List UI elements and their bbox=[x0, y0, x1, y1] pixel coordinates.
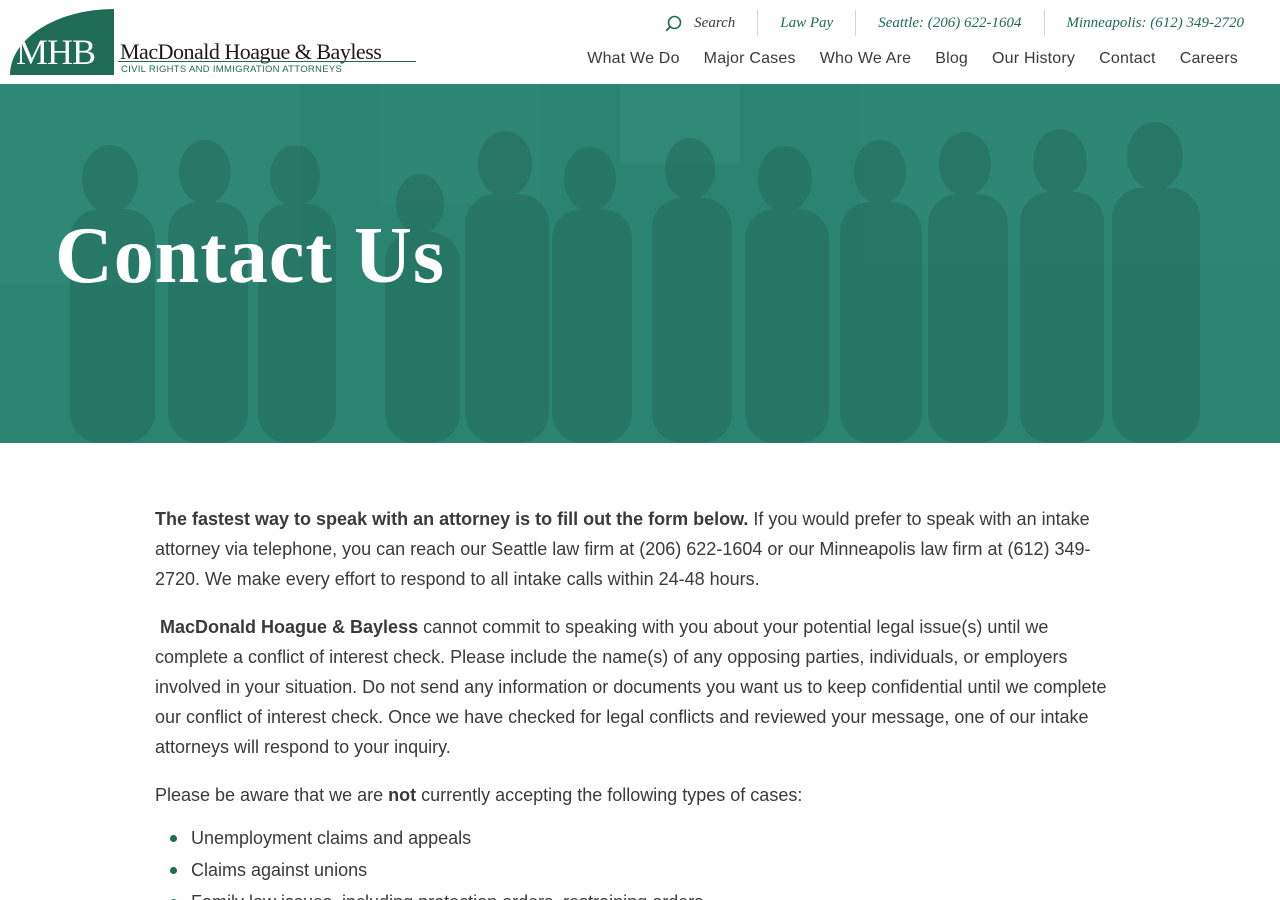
page-title: Contact Us bbox=[55, 212, 445, 300]
logo-tagline: CIVIL RIGHTS AND IMMIGRATION ATTORNEYS bbox=[121, 64, 343, 75]
logo-divider bbox=[118, 61, 416, 62]
seattle-phone-link[interactable]: Seattle: (206) 622-1604 bbox=[855, 10, 1043, 36]
intro-emphasis: The fastest way to speak with an attorne… bbox=[155, 509, 749, 529]
notice-text-after: currently accepting the following types … bbox=[416, 785, 803, 805]
excluded-cases-list: Unemployment claims and appeals Claims a… bbox=[155, 822, 1125, 900]
nav-who-we-are[interactable]: Who We Are bbox=[808, 50, 924, 68]
list-item: Family law issues, including protection … bbox=[155, 886, 1125, 900]
nav-contact[interactable]: Contact bbox=[1087, 50, 1168, 68]
list-item: Claims against unions bbox=[155, 854, 1125, 886]
search-button[interactable]: Search bbox=[665, 10, 757, 36]
site-logo[interactable]: MHB MacDonald Hoague & Bayless CIVIL RIG… bbox=[10, 9, 420, 75]
notice-emphasis: not bbox=[388, 785, 417, 805]
main-nav: What We Do Major Cases Who We Are Blog O… bbox=[575, 50, 1250, 68]
nav-major-cases[interactable]: Major Cases bbox=[692, 50, 808, 68]
site-header: MHB MacDonald Hoague & Bayless CIVIL RIG… bbox=[0, 0, 1280, 84]
conflict-paragraph: MacDonald Hoague & Bayless cannot commit… bbox=[155, 612, 1125, 762]
utility-bar: Search Law Pay Seattle: (206) 622-1604 M… bbox=[665, 10, 1244, 36]
conflict-text: cannot commit to speaking with you about… bbox=[155, 617, 1107, 757]
notice-paragraph: Please be aware that we are not currentl… bbox=[155, 780, 1125, 810]
search-label: Search bbox=[694, 14, 736, 31]
logo-monogram: MHB bbox=[10, 9, 114, 75]
intro-paragraph: The fastest way to speak with an attorne… bbox=[155, 504, 1125, 594]
list-item: Unemployment claims and appeals bbox=[155, 822, 1125, 854]
hero-banner: Contact Us bbox=[0, 84, 1280, 443]
firm-name-emphasis: MacDonald Hoague & Bayless bbox=[160, 617, 419, 637]
minneapolis-phone-link[interactable]: Minneapolis: (612) 349-2720 bbox=[1043, 10, 1244, 36]
nav-our-history[interactable]: Our History bbox=[980, 50, 1087, 68]
nav-careers[interactable]: Careers bbox=[1168, 50, 1250, 68]
logo-monogram-text: MHB bbox=[16, 32, 96, 72]
nav-blog[interactable]: Blog bbox=[923, 50, 980, 68]
notice-text-before: Please be aware that we are bbox=[155, 785, 389, 805]
contact-intro: The fastest way to speak with an attorne… bbox=[155, 504, 1125, 900]
nav-what-we-do[interactable]: What We Do bbox=[575, 50, 691, 68]
law-pay-link[interactable]: Law Pay bbox=[757, 10, 855, 36]
search-icon bbox=[665, 15, 682, 32]
